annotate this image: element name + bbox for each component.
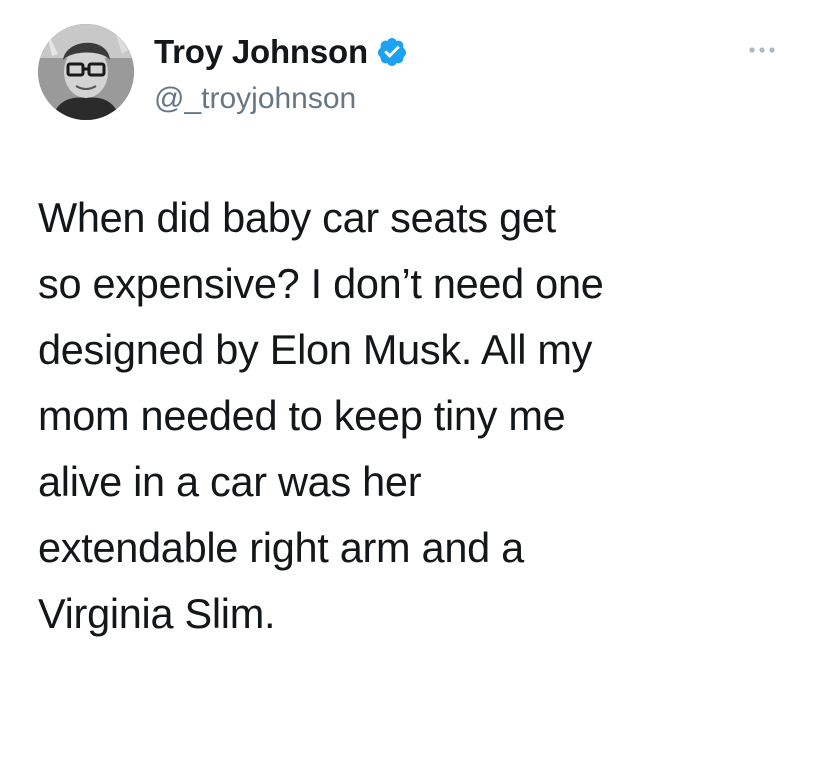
tweet-header: Troy Johnson @_troyjohnson [38, 24, 798, 124]
tweet-text-line: mom needed to keep tiny me [38, 392, 566, 439]
tweet-text-line: designed by Elon Musk. All my [38, 326, 593, 373]
tweet-text-line: extendable right arm and a [38, 524, 524, 571]
author-display-name[interactable]: Troy Johnson [154, 33, 368, 71]
avatar-photo-icon [38, 24, 134, 120]
author-name-row: Troy Johnson [154, 32, 408, 72]
tweet-card: Troy Johnson @_troyjohnson When did baby… [0, 0, 828, 757]
more-options-icon[interactable] [744, 40, 780, 60]
avatar[interactable] [38, 24, 134, 120]
tweet-text-line: Virginia Slim. [38, 590, 276, 637]
tweet-text-line: alive in a car was her [38, 458, 422, 505]
tweet-text-line: so expensive? I don’t need one [38, 260, 604, 307]
author-handle[interactable]: @_troyjohnson [154, 82, 356, 116]
verified-badge-icon [376, 36, 408, 68]
tweet-text-line: When did baby car seats get [38, 194, 556, 241]
tweet-text: When did baby car seats get so expensive… [38, 185, 798, 647]
